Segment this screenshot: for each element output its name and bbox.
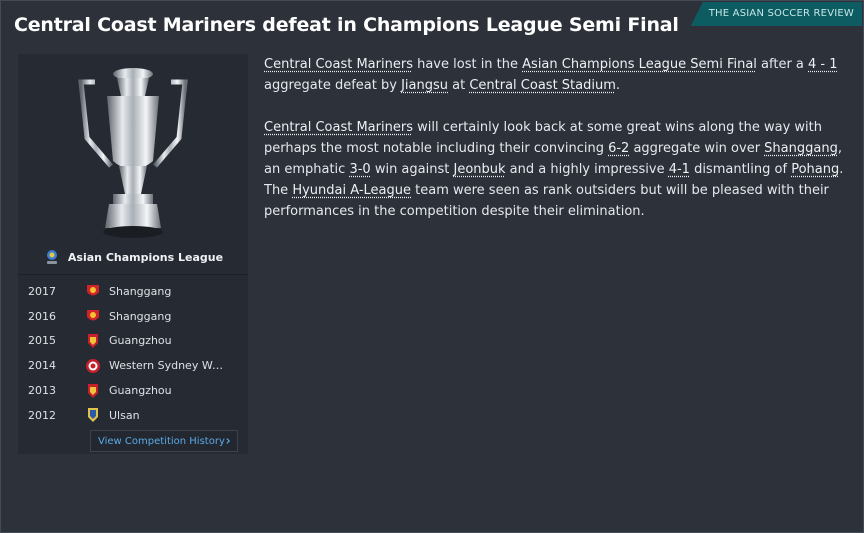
- view-competition-history-label: View Competition History: [98, 435, 225, 447]
- article-text: have lost in the: [412, 57, 523, 72]
- opponent-link[interactable]: Shanggang: [764, 141, 838, 156]
- article-paragraph-2: Central Coast Mariners will certainly lo…: [264, 117, 849, 222]
- history-year: 2017: [28, 284, 56, 298]
- opponent-link[interactable]: Pohang: [791, 162, 839, 177]
- guangzhou-badge-icon[interactable]: [85, 333, 101, 349]
- history-row: 2012 Ulsan: [18, 403, 248, 428]
- history-year: 2016: [28, 309, 56, 323]
- article-text: win against: [370, 162, 454, 177]
- news-article-panel: Central Coast Mariners defeat in Champio…: [0, 0, 864, 533]
- competition-title-row: Asian Champions League: [18, 242, 248, 272]
- league-link[interactable]: Hyundai A-League: [292, 183, 411, 198]
- competition-name: Asian Champions League: [67, 250, 224, 264]
- team-link[interactable]: Central Coast Mariners: [264, 120, 413, 135]
- ulsan-badge-icon[interactable]: [85, 407, 101, 423]
- history-year: 2014: [28, 359, 56, 373]
- shanggang-badge-icon[interactable]: [85, 308, 101, 324]
- article-body: Central Coast Mariners have lost in the …: [264, 54, 849, 243]
- team-link[interactable]: Central Coast Mariners: [264, 57, 413, 72]
- history-year: 2013: [28, 384, 56, 398]
- article-text: after a: [756, 57, 809, 72]
- history-team[interactable]: Shanggang: [109, 310, 229, 323]
- score-link[interactable]: 4 - 1: [808, 57, 838, 72]
- opponent-link[interactable]: Jiangsu: [401, 78, 448, 93]
- guangzhou-badge-icon[interactable]: [85, 383, 101, 399]
- history-row: 2016 Shanggang: [18, 304, 248, 329]
- article-text: and a highly impressive: [505, 162, 669, 177]
- view-competition-history-button[interactable]: View Competition History: [90, 430, 238, 452]
- history-row: 2014 Western Sydney Wa...: [18, 353, 248, 378]
- history-year: 2015: [28, 334, 56, 348]
- trophy-icon: [78, 68, 188, 238]
- opponent-link[interactable]: Jeonbuk: [453, 162, 505, 177]
- asian-champions-league-logo-icon: [46, 250, 57, 264]
- history-row: 2017 Shanggang: [18, 279, 248, 304]
- history-team[interactable]: Guangzhou: [109, 384, 229, 397]
- score-link[interactable]: 6-2: [608, 141, 629, 156]
- western-sydney-badge-icon[interactable]: [85, 358, 101, 374]
- article-text: dismantling of: [689, 162, 792, 177]
- competition-link[interactable]: Asian Champions League Semi Final: [522, 57, 757, 72]
- history-year: 2012: [28, 408, 56, 422]
- score-link[interactable]: 4-1: [669, 162, 690, 177]
- article-paragraph-1: Central Coast Mariners have lost in the …: [264, 54, 849, 96]
- article-text: aggregate defeat by: [264, 78, 402, 93]
- history-row: 2015 Guangzhou: [18, 329, 248, 354]
- score-link[interactable]: 3-0: [349, 162, 370, 177]
- divider: [18, 274, 248, 275]
- history-team[interactable]: Western Sydney Wa...: [109, 359, 229, 372]
- shanggang-badge-icon[interactable]: [85, 283, 101, 299]
- headline: Central Coast Mariners defeat in Champio…: [14, 14, 679, 36]
- stadium-link[interactable]: Central Coast Stadium: [469, 78, 616, 93]
- article-text: aggregate win over: [629, 141, 765, 156]
- article-text: .: [615, 78, 621, 93]
- history-team[interactable]: Ulsan: [109, 409, 229, 422]
- history-team[interactable]: Shanggang: [109, 285, 229, 298]
- competition-panel: Asian Champions League 2017 Shanggang 20…: [18, 54, 248, 454]
- competition-history-list: 2017 Shanggang 2016 Shanggang 2015 Guang…: [18, 279, 248, 428]
- history-team[interactable]: Guangzhou: [109, 334, 229, 347]
- article-text: at: [448, 78, 470, 93]
- chevron-right-icon: [226, 438, 230, 444]
- source-badge: THE ASIAN SOCCER REVIEW: [690, 2, 862, 26]
- history-row: 2013 Guangzhou: [18, 378, 248, 403]
